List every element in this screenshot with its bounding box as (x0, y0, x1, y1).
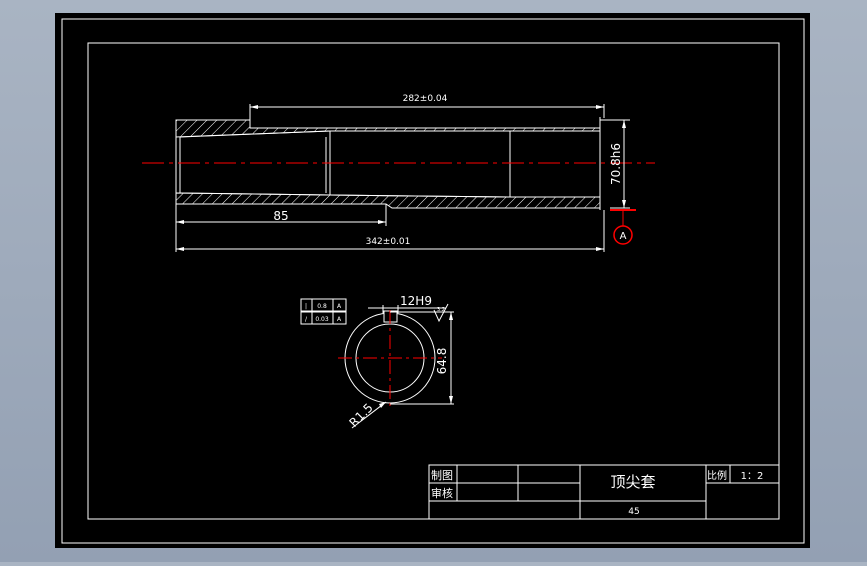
cad-drawing: 282±0.04 85 342±0.01 70.8h6 A 12H9 64.8 … (55, 13, 810, 548)
material: 45 (628, 507, 639, 517)
scale-value: 1：2 (741, 471, 764, 482)
dim-keyway: 12H9 (400, 294, 432, 308)
label-drawn: 制图 (431, 469, 453, 482)
part-name: 顶尖套 (610, 473, 655, 491)
datum-label: A (620, 231, 627, 242)
gdt-row1-tol: 0.8 (317, 303, 327, 310)
label-checked: 审核 (431, 486, 453, 500)
dim-outer-height: 64.8 (435, 348, 449, 375)
dim-total-length: 342±0.01 (366, 237, 411, 247)
roughness-value: 3.2 (437, 307, 445, 313)
dim-top-length: 282±0.04 (403, 94, 448, 104)
scale-label: 比例 (707, 469, 727, 482)
gdt-row2-tol: 0.03 (315, 316, 329, 323)
gdt-row1-symbol: | (305, 303, 307, 310)
dim-diameter-right: 70.8h6 (609, 143, 623, 185)
cad-viewport[interactable]: 282±0.04 85 342±0.01 70.8h6 A 12H9 64.8 … (0, 0, 867, 562)
dim-bottom-length: 85 (273, 209, 288, 223)
